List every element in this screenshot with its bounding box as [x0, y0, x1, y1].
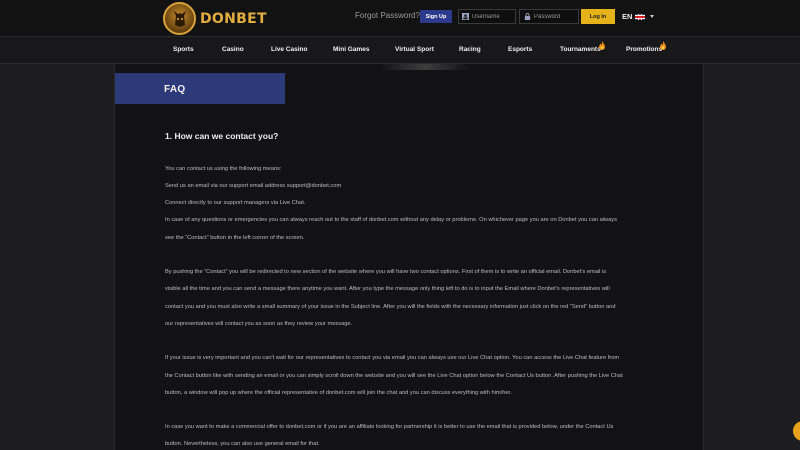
nav-item-promotions[interactable]: Promotions [626, 41, 666, 53]
faq-paragraph-line: the Contact button like with sending an … [165, 373, 623, 379]
faq-paragraph-line: If your issue is very important and you … [165, 355, 620, 361]
faq-paragraph-line: Send us an email via our support email a… [165, 183, 342, 189]
nav-item-esports[interactable]: Esports [508, 46, 532, 53]
divider-glow [380, 64, 470, 70]
faq-paragraph-line: By pushing the “Contact” you will be red… [165, 269, 607, 275]
faq-paragraph-line: button. Nevertheless, you can also use g… [165, 441, 320, 447]
password-input[interactable] [534, 13, 578, 20]
sign-up-button[interactable]: Sign Up [420, 10, 452, 23]
live-chat-button[interactable] [793, 421, 800, 441]
forgot-password-link[interactable]: Forgot Password? [355, 11, 420, 20]
nav-item-live-casino[interactable]: Live Casino [271, 46, 307, 53]
language-selector[interactable]: EN [622, 12, 655, 21]
nav-item-label: Promotions [626, 46, 663, 53]
nav-item-casino[interactable]: Casino [222, 46, 244, 53]
doberman-logo-icon [163, 2, 196, 35]
fire-icon [660, 41, 666, 50]
nav-item-sports[interactable]: Sports [173, 46, 194, 53]
uk-flag-icon [635, 13, 646, 20]
faq-paragraph-line: visible all the time and you can send a … [165, 286, 610, 292]
nav-item-tournaments[interactable]: Tournaments [560, 41, 605, 53]
chevron-down-icon [650, 15, 655, 18]
faq-paragraph-line: In case of any questions or emergencies … [165, 217, 617, 223]
username-input[interactable] [472, 13, 516, 20]
lock-icon [523, 13, 531, 21]
nav-item-mini-games[interactable]: Mini Games [333, 46, 369, 53]
username-field[interactable] [458, 9, 516, 24]
log-in-button[interactable]: Log In [581, 9, 615, 24]
nav-item-racing[interactable]: Racing [459, 46, 481, 53]
faq-header-tab [115, 73, 285, 104]
faq-paragraph-line: In case you want to make a commercial of… [165, 424, 614, 430]
faq-paragraph-line: Connect directly to our support managers… [165, 200, 306, 206]
faq-paragraph-line: our representatives will contact you as … [165, 321, 353, 327]
top-bar: DONBET Forgot Password? Sign Up Log In E… [0, 0, 800, 37]
main-nav: Sports Casino Live Casino Mini Games Vir… [0, 37, 800, 64]
faq-paragraph-line: see the “Contact” button in the left cor… [165, 235, 305, 241]
language-code: EN [622, 12, 633, 21]
user-icon [462, 13, 469, 21]
nav-item-label: Tournaments [560, 46, 601, 53]
nav-item-virtual-sport[interactable]: Virtual Sport [395, 46, 434, 53]
faq-paragraph-line: contact you and you must also write a sm… [165, 304, 616, 310]
donbet-logo[interactable]: DONBET [163, 2, 267, 35]
fire-icon [599, 41, 605, 50]
faq-paragraph-line: You can contact us using the following m… [165, 166, 282, 172]
faq-paragraph-line: button, a window will pop up where the o… [165, 390, 512, 396]
logo-text: DONBET [200, 10, 267, 27]
password-field[interactable] [519, 9, 579, 24]
page-title: FAQ [164, 84, 186, 95]
faq-question-title: 1. How can we contact you? [165, 131, 279, 141]
